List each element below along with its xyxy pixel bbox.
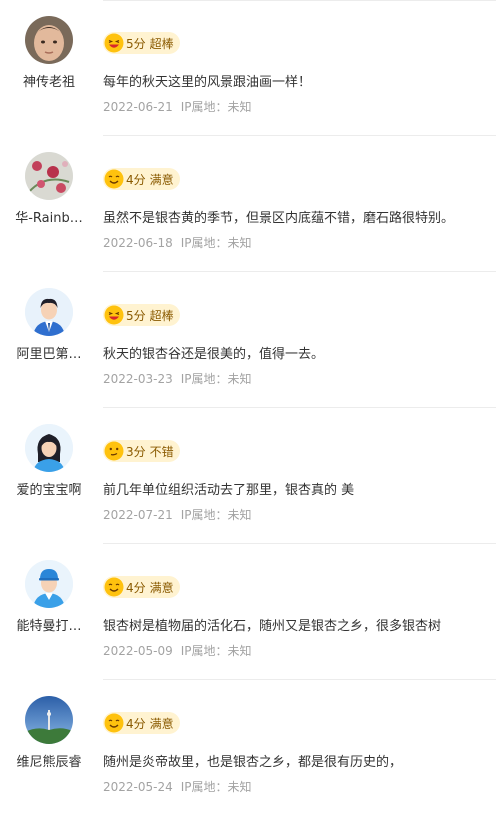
rating-badge: 4分 满意: [103, 712, 180, 734]
review-date: 2022-05-09: [103, 644, 173, 658]
rating-score: 4分: [126, 580, 146, 595]
review-item: 维尼熊辰睿 4分 满意 随州是炎帝故里，也是银杏之乡，都是很有历史的， 2022…: [0, 680, 496, 816]
rating-level: 超棒: [149, 36, 174, 51]
rating-badge: 3分 不错: [103, 440, 180, 462]
review-text: 随州是炎帝故里，也是银杏之乡，都是很有历史的，: [103, 755, 403, 770]
rating-badge: 5分 超棒: [103, 304, 180, 326]
review-text: 前几年单位组织活动去了那里，银杏真的 美: [103, 483, 355, 498]
review-text: 秋天的银杏谷还是很美的，值得一去。: [103, 347, 325, 362]
man-suit-avatar[interactable]: [25, 288, 73, 336]
review-item: 神传老祖 5分 超棒 每年的秋天这里的风景跟油画一样！ 2022-06-21 IP…: [0, 0, 496, 136]
ip-location: IP属地：未知: [180, 372, 252, 386]
review-item: 阿里巴第… 5分 超棒 秋天的银杏谷还是很美的，值得一去。 2022-03-23…: [0, 272, 496, 408]
smiling-emoji-icon: [104, 577, 124, 597]
rating-score: 4分: [126, 172, 146, 187]
review-text: 银杏树是植物届的活化石，随州又是银杏之乡，很多银杏树: [103, 619, 442, 634]
review-item: 华-Rainb… 4分 满意 虽然不是银杏黄的季节，但景区内底蕴不错，磨石路很特…: [0, 136, 496, 272]
review-text: 虽然不是银杏黄的季节，但景区内底蕴不错，磨石路很特别。: [103, 211, 455, 226]
rating-badge: 5分 超棒: [103, 32, 180, 54]
review-date: 2022-06-21: [103, 100, 173, 114]
rating-level: 满意: [149, 716, 174, 731]
laughing-emoji-icon: [104, 305, 124, 325]
ip-location: IP属地：未知: [180, 780, 252, 794]
username[interactable]: 阿里巴第…: [0, 343, 98, 362]
review-meta: 2022-06-18 IP属地：未知: [103, 234, 252, 251]
review-meta: 2022-03-23 IP属地：未知: [103, 370, 252, 387]
rating-badge: 4分 满意: [103, 576, 180, 598]
flowers-photo-avatar[interactable]: [25, 152, 73, 200]
review-item: 能特曼打… 4分 满意 银杏树是植物届的活化石，随州又是银杏之乡，很多银杏树 2…: [0, 544, 496, 680]
review-meta: 2022-05-24 IP属地：未知: [103, 778, 252, 795]
review-list: 神传老祖 5分 超棒 每年的秋天这里的风景跟油画一样！ 2022-06-21 IP…: [0, 0, 496, 806]
rating-score: 5分: [126, 308, 146, 323]
smiling-emoji-icon: [104, 169, 124, 189]
review-date: 2022-06-18: [103, 236, 173, 250]
review-meta: 2022-06-21 IP属地：未知: [103, 98, 252, 115]
rating-level: 满意: [149, 172, 174, 187]
review-meta: 2022-05-09 IP属地：未知: [103, 642, 252, 659]
username[interactable]: 华-Rainb…: [0, 207, 98, 226]
child-photo-avatar[interactable]: [25, 16, 73, 64]
neutral-emoji-icon: [104, 441, 124, 461]
review-text: 每年的秋天这里的风景跟油画一样！: [103, 75, 312, 90]
username[interactable]: 爱的宝宝啊: [0, 479, 98, 498]
review-item: 爱的宝宝啊 3分 不错 前几年单位组织活动去了那里，银杏真的 美 2022-07…: [0, 408, 496, 544]
rating-score: 4分: [126, 716, 146, 731]
username[interactable]: 能特曼打…: [0, 615, 98, 634]
ip-location: IP属地：未知: [180, 236, 252, 250]
man-cap-avatar[interactable]: [25, 560, 73, 608]
username[interactable]: 神传老祖: [0, 71, 98, 90]
rating-level: 满意: [149, 580, 174, 595]
review-meta: 2022-07-21 IP属地：未知: [103, 506, 252, 523]
smiling-emoji-icon: [104, 713, 124, 733]
review-date: 2022-03-23: [103, 372, 173, 386]
rating-score: 5分: [126, 36, 146, 51]
sky-tower-photo-avatar[interactable]: [25, 696, 73, 744]
rating-level: 不错: [149, 444, 174, 459]
ip-location: IP属地：未知: [180, 508, 252, 522]
ip-location: IP属地：未知: [180, 100, 252, 114]
rating-badge: 4分 满意: [103, 168, 180, 190]
ip-location: IP属地：未知: [180, 644, 252, 658]
review-date: 2022-05-24: [103, 780, 173, 794]
username[interactable]: 维尼熊辰睿: [0, 751, 98, 770]
review-date: 2022-07-21: [103, 508, 173, 522]
laughing-emoji-icon: [104, 33, 124, 53]
rating-level: 超棒: [149, 308, 174, 323]
rating-score: 3分: [126, 444, 146, 459]
woman-avatar[interactable]: [25, 424, 73, 472]
